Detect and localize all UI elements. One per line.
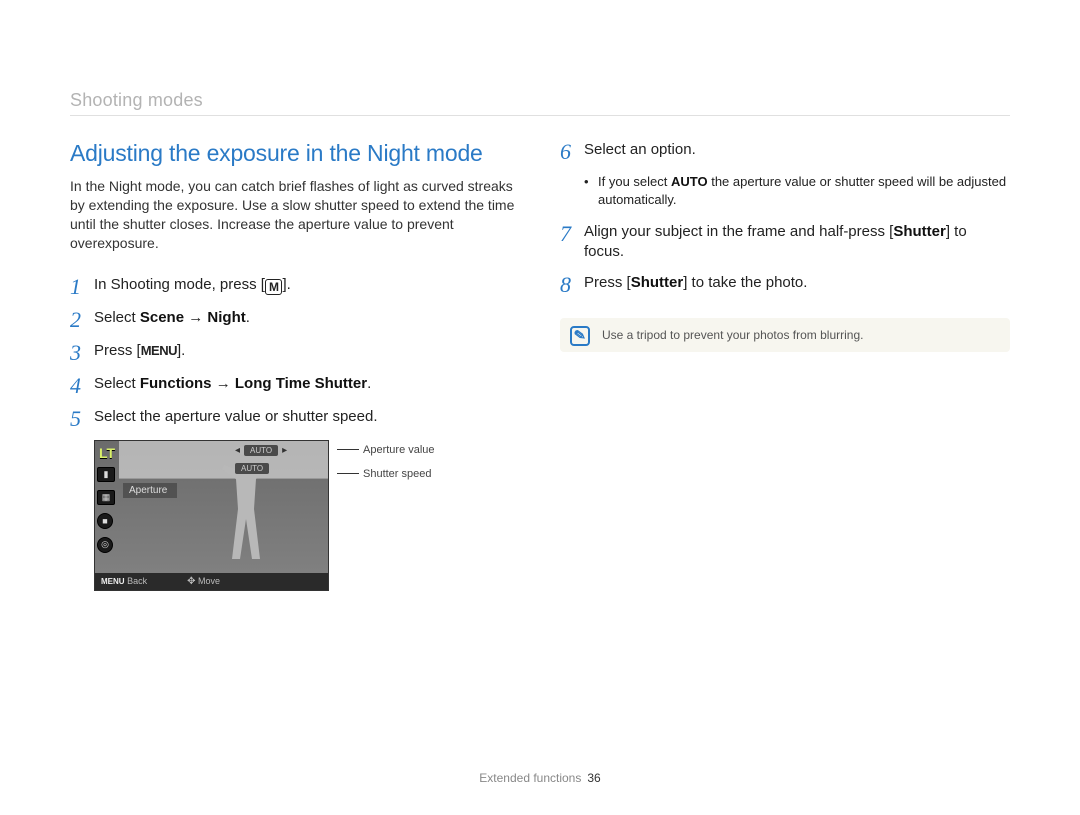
- step-text: Align your subject in the frame and half…: [584, 223, 893, 240]
- step-5: 5 Select the aperture value or shutter s…: [70, 407, 520, 430]
- bold-auto: AUTO: [671, 174, 708, 189]
- left-column: Adjusting the exposure in the Night mode…: [70, 140, 520, 591]
- lcd-side-icons: ▮ ▦ ■ ◎: [97, 467, 117, 553]
- lcd-lt-label: LT: [99, 445, 115, 461]
- page-heading: Adjusting the exposure in the Night mode: [70, 140, 520, 167]
- sub-text: If you select: [598, 174, 671, 189]
- step-4: 4 Select Functions → Long Time Shutter.: [70, 374, 520, 397]
- step-text: Press [: [94, 342, 141, 359]
- step-text: ].: [282, 276, 290, 293]
- nav-move-icon: ✥: [187, 576, 195, 587]
- mode-m-icon: M: [265, 279, 283, 295]
- step-6: 6 Select an option.: [560, 140, 1010, 163]
- bold-long-time-shutter: Long Time Shutter: [235, 375, 367, 392]
- step-7: 7 Align your subject in the frame and ha…: [560, 222, 1010, 263]
- step-2: 2 Select Scene → Night.: [70, 308, 520, 331]
- lcd-auto-value: AUTO: [235, 463, 269, 474]
- step-number: 8: [560, 273, 584, 296]
- breadcrumb: Shooting modes: [70, 90, 1010, 116]
- lcd-mode-icon: ▮: [97, 467, 115, 482]
- step-text: Select the aperture value or shutter spe…: [94, 407, 520, 427]
- menu-back-icon: MENU: [101, 577, 125, 586]
- step-number: 5: [70, 407, 94, 430]
- callout-aperture: Aperture value: [337, 444, 435, 456]
- step-number: 4: [70, 374, 94, 397]
- lcd-back-label: Back: [127, 576, 147, 586]
- step-text: ] to take the photo.: [683, 274, 807, 291]
- step-number: 7: [560, 222, 584, 245]
- lcd-auto-value: AUTO: [244, 445, 278, 456]
- lcd-shutter-row: AUTO: [235, 463, 269, 474]
- step-text: →: [212, 375, 235, 392]
- footer-page-number: 36: [587, 771, 600, 785]
- lcd-bottom-bar: MENU Back ✥ Move: [95, 573, 328, 590]
- step-text: Press [: [584, 274, 631, 291]
- step-text: ].: [177, 342, 185, 359]
- bold-functions: Functions: [140, 375, 212, 392]
- lcd-rec-icon: ■: [97, 513, 113, 529]
- bold-scene: Scene: [140, 309, 184, 326]
- step-number: 6: [560, 140, 584, 163]
- note-icon: ✎: [570, 326, 590, 346]
- step-text: Select: [94, 309, 140, 326]
- lcd-target-icon: ◎: [97, 537, 113, 553]
- intro-paragraph: In the Night mode, you can catch brief f…: [70, 177, 520, 253]
- step-6-sub-bullet: If you select AUTO the aperture value or…: [584, 173, 1010, 208]
- step-text: Select: [94, 375, 140, 392]
- footer-section: Extended functions: [479, 771, 581, 785]
- left-arrow-icon: ◂: [235, 445, 240, 456]
- bold-shutter: Shutter: [631, 274, 684, 291]
- menu-icon: MENU: [141, 342, 177, 360]
- tip-text: Use a tripod to prevent your photos from…: [602, 328, 863, 342]
- lcd-screenshot: LT ▮ ▦ ■ ◎ ◂ AUTO ▸ AUT: [94, 440, 520, 591]
- step-text: .: [246, 309, 250, 326]
- step-3: 3 Press [MENU].: [70, 341, 520, 364]
- lcd-selection-label: Aperture: [123, 483, 177, 498]
- bold-shutter: Shutter: [893, 223, 946, 240]
- step-number: 1: [70, 275, 94, 298]
- step-text: →: [184, 309, 207, 326]
- step-1: 1 In Shooting mode, press [M].: [70, 275, 520, 298]
- step-number: 2: [70, 308, 94, 331]
- lcd-screen: LT ▮ ▦ ■ ◎ ◂ AUTO ▸ AUT: [94, 440, 329, 591]
- callout-shutter: Shutter speed: [337, 468, 435, 480]
- page-footer: Extended functions 36: [0, 771, 1080, 785]
- right-arrow-icon: ▸: [282, 445, 287, 456]
- right-column: 6 Select an option. If you select AUTO t…: [560, 140, 1010, 591]
- lcd-aperture-row: ◂ AUTO ▸: [235, 445, 287, 456]
- step-text: .: [367, 375, 371, 392]
- step-text: In Shooting mode, press [: [94, 276, 265, 293]
- step-8: 8 Press [Shutter] to take the photo.: [560, 273, 1010, 296]
- step-number: 3: [70, 341, 94, 364]
- step-text: Select an option.: [584, 140, 1010, 160]
- lcd-move-label: Move: [198, 576, 220, 586]
- lcd-grid-icon: ▦: [97, 490, 115, 505]
- tip-box: ✎ Use a tripod to prevent your photos fr…: [560, 318, 1010, 352]
- bold-night: Night: [207, 309, 245, 326]
